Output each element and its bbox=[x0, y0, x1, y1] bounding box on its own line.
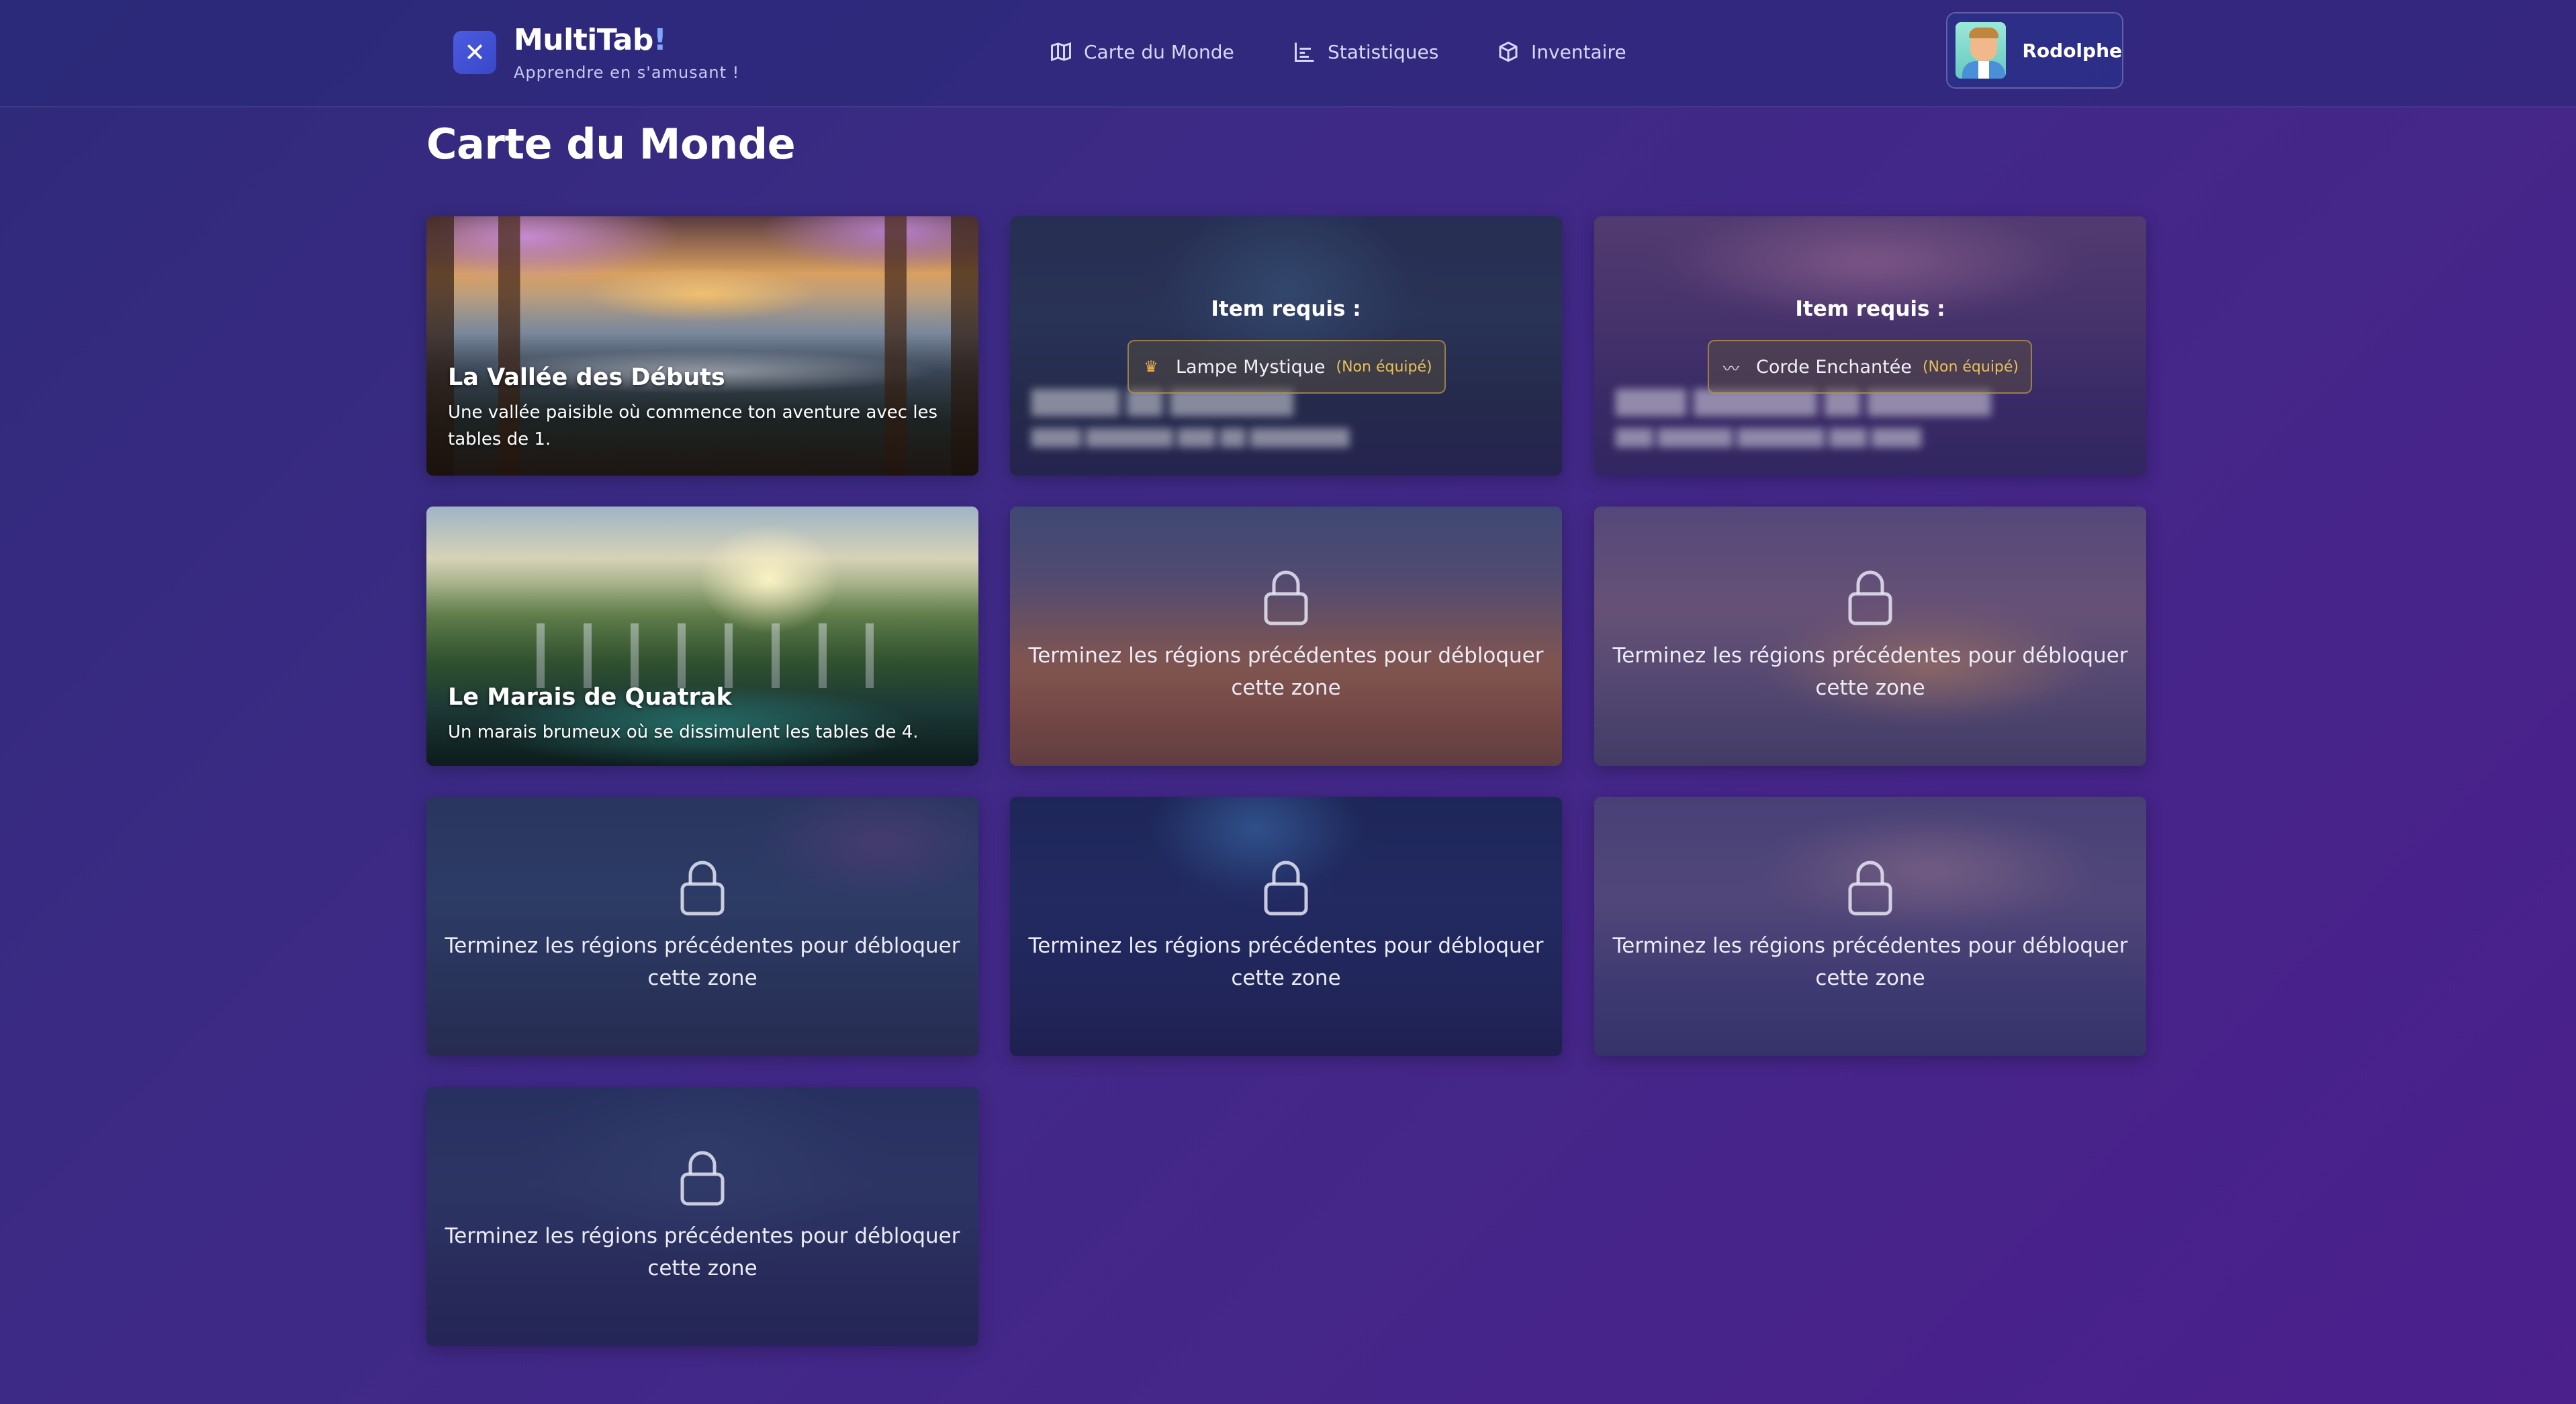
top-header: ✕ MultiTab! Apprendre en s'amusant ! Car… bbox=[0, 0, 2576, 107]
region-card-marais-de-quatrak[interactable]: Le Marais de Quatrak Un marais brumeux o… bbox=[426, 507, 978, 766]
region-description: Une vallée paisible où commence ton aven… bbox=[448, 402, 938, 449]
nav-label: Carte du Monde bbox=[1084, 40, 1234, 63]
required-item-name: Lampe Mystique bbox=[1176, 356, 1326, 378]
lock-icon bbox=[1262, 859, 1310, 916]
required-item-label: Item requis : bbox=[1211, 297, 1361, 321]
map-icon bbox=[1051, 42, 1071, 62]
lock-icon bbox=[678, 1149, 727, 1206]
lock-message: Terminez les régions précédentes pour dé… bbox=[1612, 934, 2128, 990]
nav-carte-du-monde[interactable]: Carte du Monde bbox=[1049, 35, 1234, 69]
user-name: Rodolphe bbox=[2022, 39, 2122, 62]
region-card-vallee-des-debuts[interactable]: La Vallée des Débuts Une vallée paisible… bbox=[426, 216, 978, 476]
nav-label: Inventaire bbox=[1531, 40, 1626, 63]
lock-message: Terminez les régions précédentes pour dé… bbox=[445, 1224, 960, 1280]
lamp-icon: ♛ bbox=[1144, 357, 1158, 376]
app-name: MultiTab! bbox=[514, 23, 667, 57]
rope-icon: 〰 bbox=[1723, 359, 1739, 378]
region-card-locked: Terminez les régions précédentes pour dé… bbox=[426, 1087, 978, 1346]
region-title: Le Marais de Quatrak bbox=[448, 684, 732, 711]
avatar-icon bbox=[1956, 22, 2007, 79]
region-card-locked: Terminez les régions précédentes pour dé… bbox=[1010, 507, 1562, 766]
box-icon bbox=[1499, 41, 1518, 62]
page-title: Carte du Monde bbox=[426, 120, 796, 169]
required-item-label: Item requis : bbox=[1795, 297, 1945, 321]
required-item-badge[interactable]: ♛ Lampe Mystique (Non équipé) bbox=[1128, 340, 1446, 394]
lock-message: Terminez les régions précédentes pour dé… bbox=[1028, 934, 1544, 990]
lock-message: Terminez les régions précédentes pour dé… bbox=[1612, 644, 2128, 700]
app-tagline: Apprendre en s'amusant ! bbox=[514, 63, 740, 82]
region-card-locked: Terminez les régions précédentes pour dé… bbox=[1594, 797, 2146, 1056]
nav-label: Statistiques bbox=[1328, 40, 1439, 63]
region-card-item-required[interactable]: █████ ██ ███████ ████ ███████ ███ ██ ███… bbox=[1010, 216, 1562, 476]
item-status: (Non équipé) bbox=[1922, 358, 2019, 376]
region-description: Un marais brumeux où se dissimulent les … bbox=[448, 722, 919, 742]
lock-message: Terminez les régions précédentes pour dé… bbox=[1028, 644, 1544, 700]
item-status: (Non équipé) bbox=[1336, 358, 1432, 376]
region-card-locked: Terminez les régions précédentes pour dé… bbox=[1010, 797, 1562, 1056]
lock-icon bbox=[1846, 568, 1894, 626]
region-card-locked: Terminez les régions précédentes pour dé… bbox=[426, 797, 978, 1056]
lock-message: Terminez les régions précédentes pour dé… bbox=[445, 934, 960, 990]
lock-icon bbox=[1262, 568, 1310, 626]
bar-chart-icon bbox=[1295, 42, 1314, 62]
region-card-locked: Terminez les régions précédentes pour dé… bbox=[1594, 507, 2146, 766]
required-item-name: Corde Enchantée bbox=[1756, 356, 1912, 378]
lock-icon bbox=[678, 859, 727, 916]
region-title: La Vallée des Débuts bbox=[448, 364, 725, 391]
nav-inventaire[interactable]: Inventaire bbox=[1496, 35, 1626, 69]
user-profile-button[interactable]: Rodolphe bbox=[1946, 12, 2123, 89]
required-item-badge[interactable]: 〰 Corde Enchantée (Non équipé) bbox=[1708, 340, 2033, 394]
close-x-icon: ✕ bbox=[453, 31, 496, 74]
region-card-item-required[interactable]: ████ ███████ ██ ███████ ███ ██████ █████… bbox=[1594, 216, 2146, 476]
nav-statistiques[interactable]: Statistiques bbox=[1293, 35, 1438, 69]
lock-icon bbox=[1846, 859, 1894, 916]
